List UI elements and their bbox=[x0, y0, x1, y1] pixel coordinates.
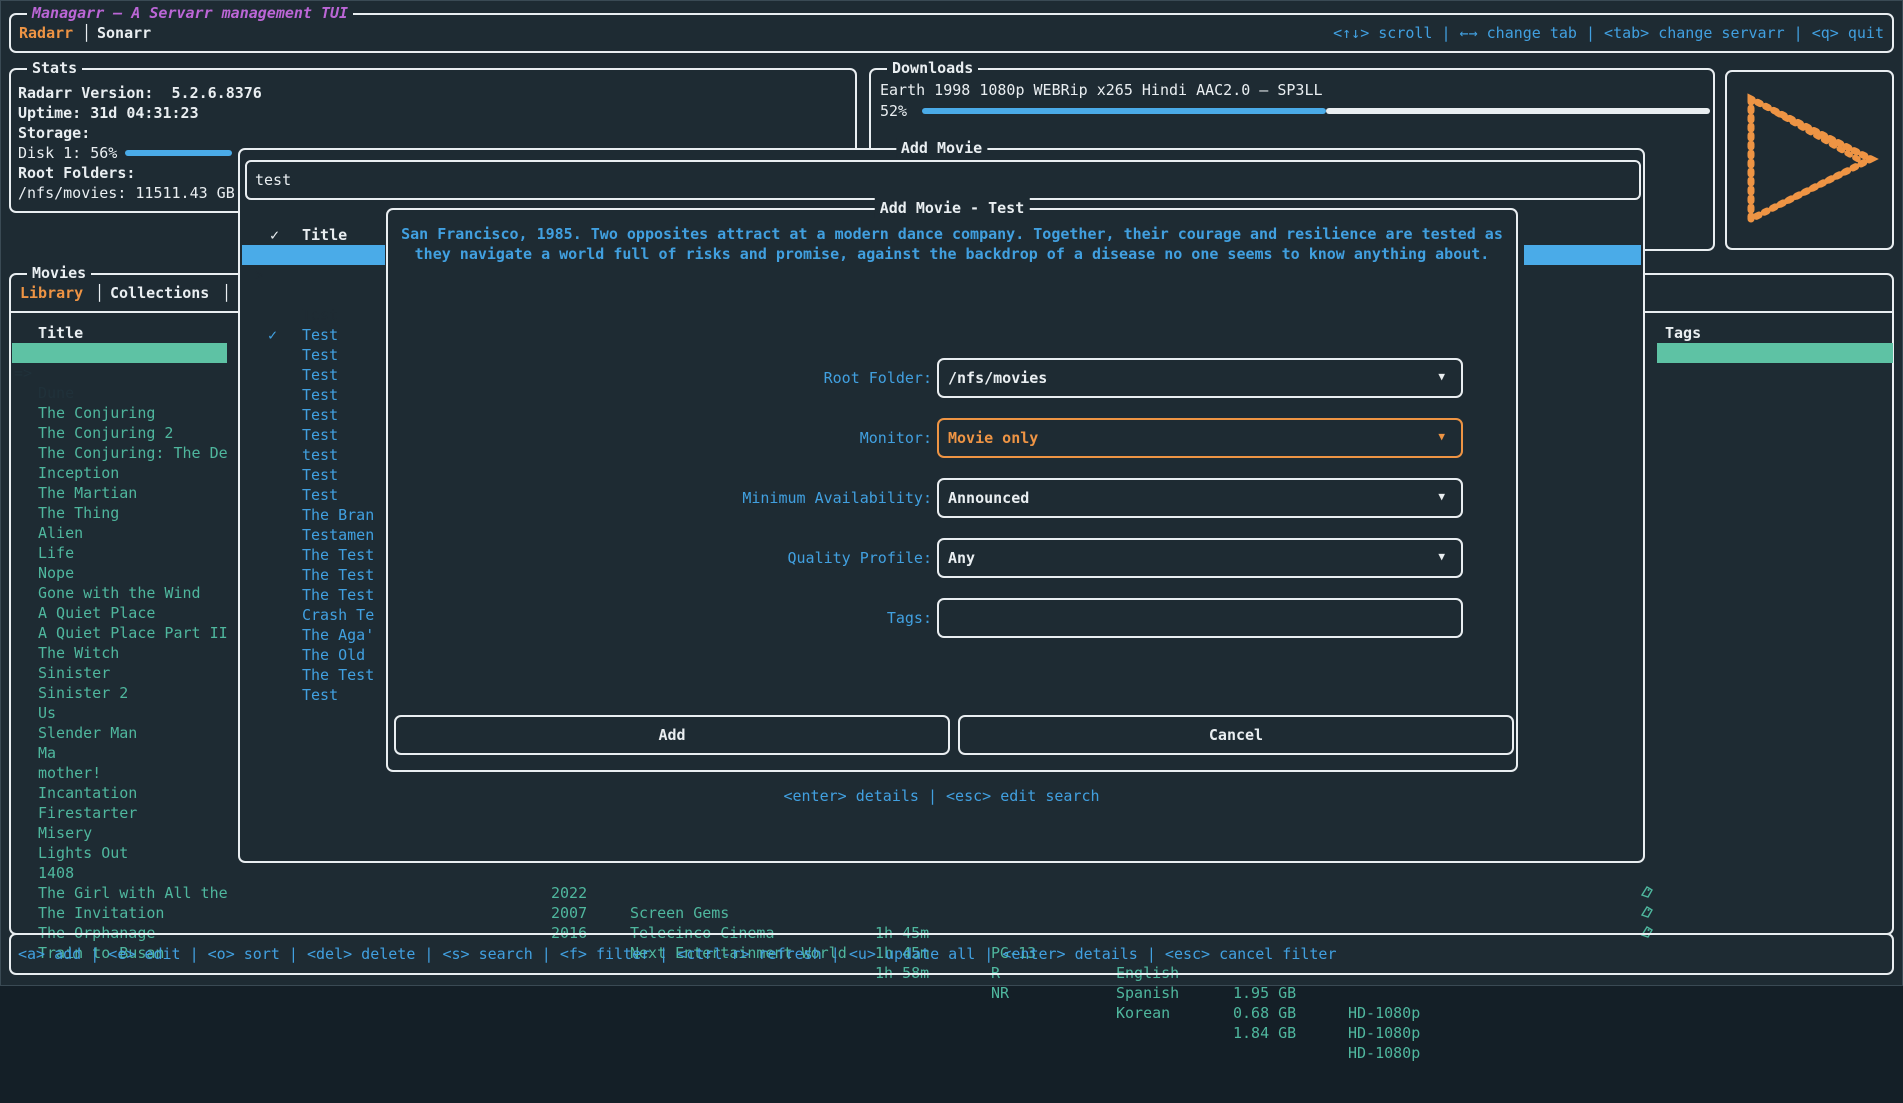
chevron-down-icon: ▼ bbox=[1438, 430, 1445, 443]
search-result-row[interactable]: => ✓ The Test bbox=[242, 605, 385, 625]
quality-profile-value: Any bbox=[948, 548, 975, 568]
movie-overview-line2: they navigate a world full of risks and … bbox=[388, 244, 1516, 264]
monitor-label: Monitor: bbox=[388, 428, 932, 448]
quality-profile-select[interactable]: Any ▼ bbox=[937, 538, 1463, 578]
movie-size: 1.84 GB bbox=[1233, 1023, 1296, 1043]
root-folder-label: Root Folder: bbox=[388, 368, 932, 388]
root-folder-select[interactable]: /nfs/movies ▼ bbox=[937, 358, 1463, 398]
movie-quality: HD-1080p bbox=[1348, 1003, 1420, 1023]
monitor-select[interactable]: Movie only ▼ bbox=[937, 418, 1463, 458]
search-result-row[interactable]: => ✓ Test bbox=[242, 285, 385, 305]
cancel-button[interactable]: Cancel bbox=[958, 715, 1514, 755]
movie-detail-row[interactable]: 2022 Screen Gems 1h 45m PG-13 English 1.… bbox=[0, 863, 1903, 883]
search-result-row[interactable]: => ✓ Test bbox=[242, 305, 385, 325]
chevron-down-icon: ▼ bbox=[1438, 490, 1445, 503]
movie-detail-row[interactable]: 2007 Telecinco Cinema 1h 45m R Spanish 0… bbox=[0, 883, 1903, 903]
search-result-row[interactable]: => ✓ The Test bbox=[242, 525, 385, 545]
min-availability-label: Minimum Availability: bbox=[388, 488, 932, 508]
popup-keybinds: <enter> details | <esc> edit search bbox=[240, 786, 1643, 806]
search-result-row[interactable]: => ✓ Crash Te bbox=[242, 545, 385, 565]
managarr-app: Managarr — A Servarr management TUI Rada… bbox=[0, 0, 1903, 986]
search-result-row[interactable]: => ✓ The Bran bbox=[242, 445, 385, 465]
min-availability-select[interactable]: Announced ▼ bbox=[937, 478, 1463, 518]
library-keybinds: <a> add | <e> edit | <o> sort | <del> de… bbox=[18, 944, 1337, 964]
add-movie-popup-title: Add Movie bbox=[896, 138, 987, 158]
root-folder-value: /nfs/movies bbox=[948, 368, 1047, 388]
search-result-row[interactable]: => ✓ Test bbox=[242, 345, 385, 365]
add-movie-modal-title: Add Movie - Test bbox=[875, 198, 1030, 218]
chevron-down-icon: ▼ bbox=[1438, 550, 1445, 563]
movie-quality: HD-1080p bbox=[1348, 1043, 1420, 1063]
search-results-list[interactable]: => ✓ Test => ✓ Test => ✓ Test => bbox=[242, 150, 385, 865]
tags-input[interactable] bbox=[937, 598, 1463, 638]
tags-label: Tags: bbox=[388, 608, 932, 628]
movie-detail-row[interactable]: 2016 Next Entertainment World 1h 58m NR … bbox=[0, 903, 1903, 923]
movie-search-input[interactable]: test bbox=[245, 160, 1641, 200]
search-result-row[interactable]: => ✓ Test bbox=[242, 405, 385, 425]
search-result-row[interactable]: => ✓ The Test bbox=[242, 505, 385, 525]
chevron-down-icon: ▼ bbox=[1438, 370, 1445, 383]
add-button[interactable]: Add bbox=[394, 715, 950, 755]
quality-profile-label: Quality Profile: bbox=[388, 548, 932, 568]
movie-language: Spanish bbox=[1116, 983, 1179, 1003]
movie-overview-line1: San Francisco, 1985. Two opposites attra… bbox=[388, 224, 1516, 244]
search-result-row[interactable]: => ✓ Test bbox=[242, 365, 385, 385]
add-movie-modal: Add Movie - Test San Francisco, 1985. Tw… bbox=[386, 208, 1518, 772]
movie-size: 1.95 GB bbox=[1233, 983, 1296, 1003]
search-result-row[interactable]: => ✓ Testamen bbox=[242, 465, 385, 485]
movie-size: 0.68 GB bbox=[1233, 1003, 1296, 1023]
search-result-row[interactable]: => ✓ test bbox=[242, 385, 385, 405]
search-result-row[interactable]: => ✓ Test bbox=[242, 265, 385, 285]
search-result-row[interactable]: => ✓ The Old bbox=[242, 585, 385, 605]
search-result-row[interactable]: => ✓ The Test bbox=[242, 485, 385, 505]
monitor-value: Movie only bbox=[948, 428, 1038, 448]
search-result-row[interactable]: => ✓ Test bbox=[242, 245, 385, 265]
search-result-row[interactable]: => ✓ Test bbox=[242, 625, 385, 645]
search-result-row[interactable]: => ✓ The Aga' bbox=[242, 565, 385, 585]
movie-quality: HD-1080p bbox=[1348, 1023, 1420, 1043]
search-result-row[interactable]: => ✓ Test bbox=[242, 325, 385, 345]
min-availability-value: Announced bbox=[948, 488, 1029, 508]
movie-language: Korean bbox=[1116, 1003, 1170, 1023]
search-result-selected-highlight bbox=[1524, 245, 1641, 265]
movie-certification: NR bbox=[991, 983, 1009, 1003]
search-result-row[interactable]: => ✓ Test bbox=[242, 425, 385, 445]
result-title: Test bbox=[302, 685, 338, 705]
